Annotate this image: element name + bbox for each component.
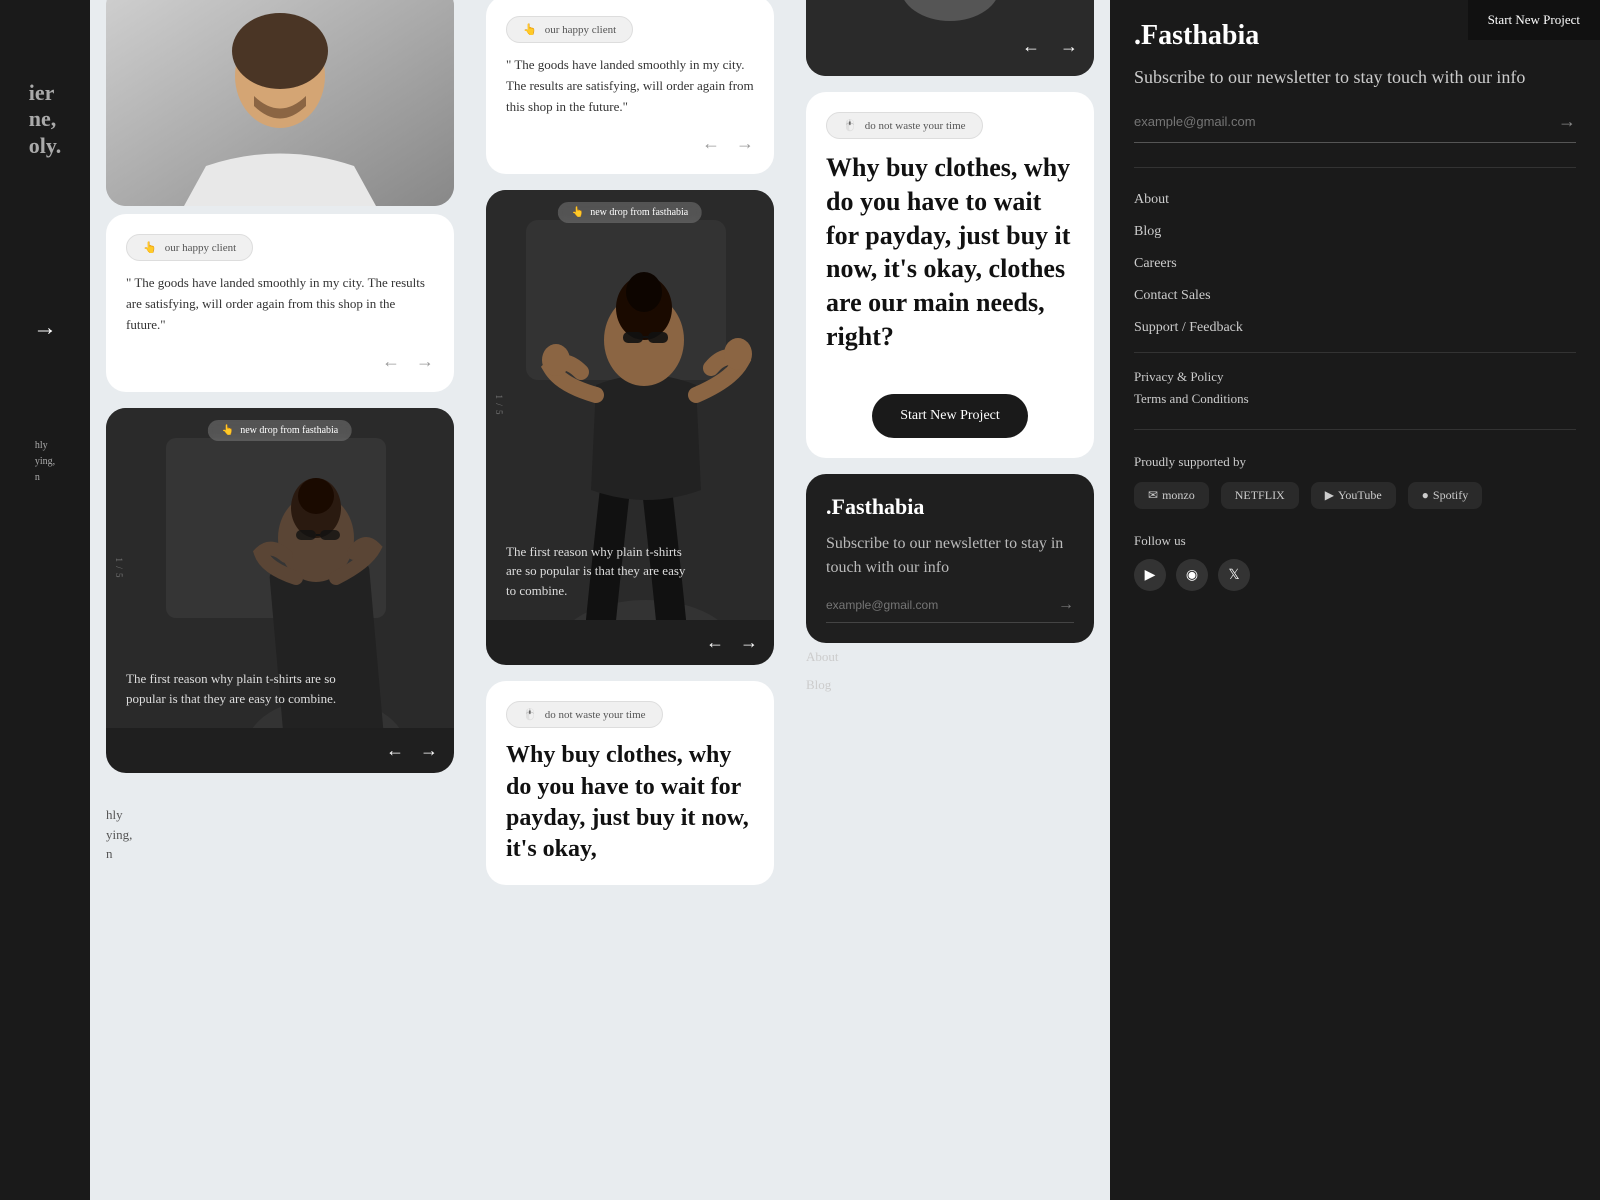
- monzo-logo: ✉ monzo: [1134, 482, 1209, 509]
- cursor-icon-4: 🖱️: [843, 119, 857, 132]
- fashion-overlay-text-2: The first reason why plain t-shirts are …: [506, 542, 694, 601]
- headshot-card: [106, 0, 454, 206]
- do-not-waste-tag-2: 🖱️ do not waste your time: [506, 701, 663, 728]
- start-project-top-btn[interactable]: Start New Project: [1468, 0, 1600, 40]
- email-input-3[interactable]: [826, 598, 1058, 612]
- blog-link-3[interactable]: Blog: [806, 671, 1094, 699]
- slide-indicator-1: 1 / 5: [114, 558, 124, 579]
- nav-divider-3: [1134, 429, 1576, 430]
- bottom-partial-text: hlyying,n: [90, 789, 470, 880]
- fashion-next-1[interactable]: →: [420, 740, 438, 761]
- next-arrow-2[interactable]: →: [736, 133, 754, 154]
- slide-indicator-2: 1 / 5: [494, 395, 504, 416]
- mobile-column-2: 👆 our happy client " The goods have land…: [470, 0, 790, 1200]
- email-row-3: →: [826, 596, 1074, 623]
- testimonial-card-1: 👆 our happy client " The goods have land…: [106, 214, 454, 392]
- testimonial-nav-1: ← →: [126, 351, 434, 372]
- left-arrow[interactable]: →: [33, 315, 57, 342]
- next-arrow-1[interactable]: →: [416, 351, 434, 372]
- privacy-link[interactable]: Privacy & Policy: [1134, 369, 1576, 385]
- top-prev[interactable]: ←: [1022, 36, 1040, 57]
- contact-sales-link[interactable]: Contact Sales: [1110, 280, 1600, 312]
- left-partial-panel: ierne,oly. → hlyying,n: [0, 0, 90, 1200]
- instagram-social-icon[interactable]: ◉: [1176, 559, 1208, 591]
- youtube-logo: ▶ YouTube: [1311, 482, 1396, 509]
- cursor-icon-3: 🖱️: [523, 708, 537, 721]
- twitter-social-icon[interactable]: 𝕏: [1218, 559, 1250, 591]
- send-arrow-3[interactable]: →: [1058, 596, 1074, 614]
- mobile-column-3: ← → 🖱️ do not waste your time Why buy cl…: [790, 0, 1110, 1200]
- brand-name-3: .Fasthabia: [826, 494, 1074, 520]
- cta-card-2: 🖱️ do not waste your time Why buy clothe…: [486, 681, 774, 885]
- happy-client-tag-2: 👆 our happy client: [506, 16, 633, 43]
- new-drop-tag-2: 👆 new drop from fasthabia: [558, 202, 702, 223]
- prev-arrow-1[interactable]: ←: [382, 351, 400, 372]
- right-subscribe-text: Subscribe to our newsletter to stay touc…: [1110, 64, 1600, 111]
- nav-divider-1: [1134, 167, 1576, 168]
- footer-links: Privacy & Policy Terms and Conditions: [1110, 361, 1600, 421]
- about-link[interactable]: About: [1110, 184, 1600, 216]
- cta-card-3: 🖱️ do not waste your time Why buy clothe…: [806, 92, 1094, 458]
- prev-arrow-2[interactable]: ←: [702, 133, 720, 154]
- social-icons: ▶ ◉ 𝕏: [1134, 559, 1576, 591]
- newsletter-text-3: Subscribe to our newsletter to stay in t…: [826, 532, 1074, 580]
- fashion-card-2: 👆 new drop from fasthabia 1 / 5 The firs…: [486, 190, 774, 665]
- follow-label: Follow us: [1134, 533, 1576, 549]
- about-link-3[interactable]: About: [806, 643, 1094, 671]
- fashion-card-1: 👆 new drop from fasthabia 1 / 5 The firs…: [106, 408, 454, 773]
- support-feedback-link[interactable]: Support / Feedback: [1110, 312, 1600, 344]
- careers-link[interactable]: Careers: [1110, 248, 1600, 280]
- nav-divider-2: [1134, 352, 1576, 353]
- blog-link[interactable]: Blog: [1110, 216, 1600, 248]
- cursor-icon-2: 👆: [523, 23, 537, 36]
- cta-heading-2: Why buy clothes, why do you have to wait…: [506, 740, 754, 865]
- fashion-prev-2[interactable]: ←: [706, 632, 724, 653]
- right-panel: Start New Project .Fasthabia Subscribe t…: [1110, 0, 1600, 1200]
- fashion-next-2[interactable]: →: [740, 632, 758, 653]
- fashion-nav-2: ← →: [486, 620, 774, 665]
- terms-link[interactable]: Terms and Conditions: [1134, 391, 1576, 407]
- netflix-logo: NETFLIX: [1221, 482, 1299, 509]
- top-dark-partial: ← →: [806, 0, 1094, 76]
- right-email-input[interactable]: [1134, 114, 1558, 129]
- start-project-btn-3[interactable]: Start New Project: [872, 394, 1028, 438]
- top-next[interactable]: →: [1060, 36, 1078, 57]
- fashion-overlay-text-1: The first reason why plain t-shirts are …: [126, 669, 374, 708]
- brand-logos: ✉ monzo NETFLIX ▶ YouTube ● Spotify: [1134, 482, 1576, 509]
- follow-section: Follow us ▶ ◉ 𝕏: [1110, 525, 1600, 599]
- do-not-waste-tag-3: 🖱️ do not waste your time: [826, 112, 983, 139]
- testimonial-card-2: 👆 our happy client " The goods have land…: [486, 0, 774, 174]
- cursor-icon-1: 👆: [143, 241, 157, 254]
- mobile-column-1: 👆 our happy client " The goods have land…: [90, 0, 470, 1200]
- youtube-social-icon[interactable]: ▶: [1134, 559, 1166, 591]
- testimonial-nav-2: ← →: [506, 133, 754, 154]
- cta-heading-3: Why buy clothes, why do you have to wait…: [826, 151, 1074, 354]
- supported-section: Proudly supported by ✉ monzo NETFLIX ▶ Y…: [1110, 438, 1600, 525]
- supported-label: Proudly supported by: [1134, 454, 1576, 470]
- newsletter-card-3: .Fasthabia Subscribe to our newsletter t…: [806, 474, 1094, 643]
- spotify-logo: ● Spotify: [1408, 482, 1483, 509]
- new-drop-tag-1: 👆 new drop from fasthabia: [208, 420, 352, 441]
- right-send-arrow[interactable]: →: [1558, 111, 1576, 132]
- fashion-prev-1[interactable]: ←: [386, 740, 404, 761]
- footer-nav-3: About Blog: [806, 643, 1094, 699]
- happy-client-tag-1: 👆 our happy client: [126, 234, 253, 261]
- right-email-row: →: [1134, 111, 1576, 143]
- fashion-nav-1: ← →: [106, 728, 454, 773]
- top-partial-arrows: ← →: [1022, 36, 1078, 57]
